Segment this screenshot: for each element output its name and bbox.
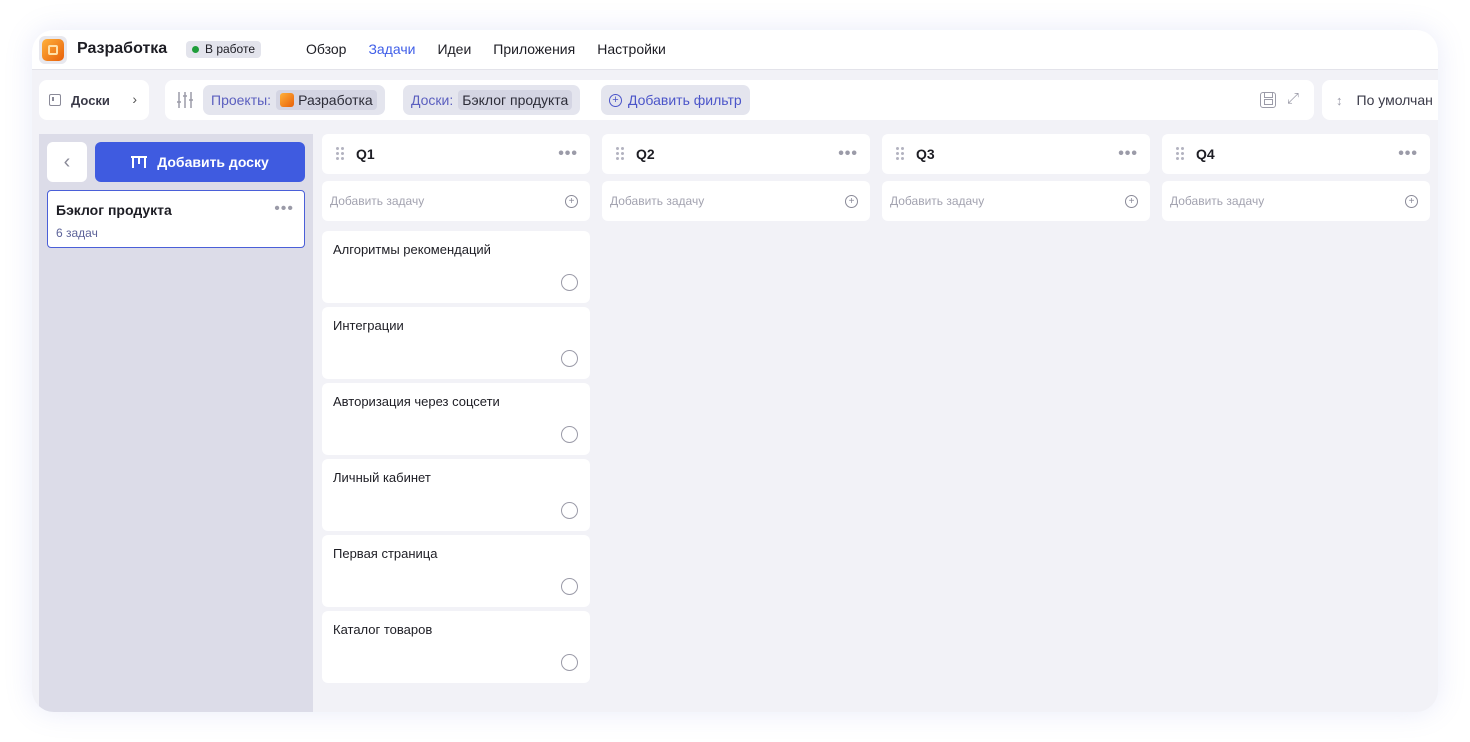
plus-circle-icon[interactable]: + — [845, 195, 858, 208]
nav-ideas[interactable]: Идеи — [437, 41, 471, 57]
projects-filter-value: Разработка — [276, 90, 377, 110]
column-title: Q2 — [636, 146, 655, 162]
sort-label: По умолчан — [1356, 92, 1433, 108]
top-navbar: Разработка В работе Обзор Задачи Идеи Пр… — [32, 30, 1438, 70]
more-options-icon[interactable]: ••• — [1398, 146, 1418, 162]
task-card[interactable]: Каталог товаров — [322, 611, 590, 683]
column-title: Q1 — [356, 146, 375, 162]
add-filter-button[interactable]: + Добавить фильтр — [601, 85, 750, 115]
more-options-icon[interactable]: ••• — [274, 201, 294, 217]
more-options-icon[interactable]: ••• — [1118, 146, 1138, 162]
board-name: Бэклог продукта — [56, 202, 172, 218]
more-options-icon[interactable]: ••• — [838, 146, 858, 162]
projects-filter-value-text: Разработка — [298, 92, 373, 108]
add-board-label: Добавить доску — [157, 154, 269, 170]
boards-sidebar: ‹ Добавить доску Бэклог продукта 6 задач… — [39, 134, 313, 712]
plus-circle-icon[interactable]: + — [1405, 195, 1418, 208]
plus-circle-icon[interactable]: + — [1125, 195, 1138, 208]
drag-handle-icon[interactable] — [896, 147, 904, 161]
column-header[interactable]: Q4 ••• — [1162, 134, 1430, 174]
column-q4: Q4 ••• Добавить задачу + — [1162, 134, 1430, 221]
boards-breadcrumb[interactable]: Доски › — [39, 80, 149, 120]
column-q1: Q1 ••• Добавить задачу + Алгоритмы реком… — [322, 134, 590, 683]
add-filter-label: Добавить фильтр — [628, 92, 742, 108]
task-complete-checkbox[interactable] — [561, 274, 578, 291]
task-title: Алгоритмы рекомендаций — [333, 242, 491, 257]
app-window: Разработка В работе Обзор Задачи Идеи Пр… — [32, 30, 1438, 712]
board-card[interactable]: Бэклог продукта 6 задач ••• — [47, 190, 305, 248]
board-task-count: 6 задач — [56, 226, 98, 240]
boards-filter-chip[interactable]: Доски: Бэклог продукта — [403, 85, 581, 115]
project-title: Разработка — [77, 40, 168, 57]
add-task-placeholder: Добавить задачу — [890, 194, 985, 208]
task-card[interactable]: Авторизация через соцсети — [322, 383, 590, 455]
task-card[interactable]: Личный кабинет — [322, 459, 590, 531]
task-complete-checkbox[interactable] — [561, 502, 578, 519]
task-complete-checkbox[interactable] — [561, 350, 578, 367]
drag-handle-icon[interactable] — [616, 147, 624, 161]
column-header[interactable]: Q1 ••• — [322, 134, 590, 174]
chevron-right-icon: › — [132, 91, 137, 107]
column-header[interactable]: Q2 ••• — [602, 134, 870, 174]
task-title: Интеграции — [333, 318, 404, 333]
task-complete-checkbox[interactable] — [561, 426, 578, 443]
more-options-icon[interactable]: ••• — [558, 146, 578, 162]
board-icon — [49, 94, 61, 106]
projects-filter-chip[interactable]: Проекты: Разработка — [203, 85, 385, 115]
task-complete-checkbox[interactable] — [561, 578, 578, 595]
expand-icon[interactable]: ⤢ — [1284, 90, 1302, 108]
nav-tasks[interactable]: Задачи — [368, 41, 415, 57]
task-title: Каталог товаров — [333, 622, 433, 637]
column-q2: Q2 ••• Добавить задачу + — [602, 134, 870, 221]
add-board-button[interactable]: Добавить доску — [95, 142, 305, 182]
add-task-input[interactable]: Добавить задачу + — [602, 181, 870, 221]
boards-filter-label: Доски: — [411, 92, 454, 108]
sort-dropdown[interactable]: ↕ По умолчан — [1322, 80, 1438, 120]
task-card[interactable]: Интеграции — [322, 307, 590, 379]
filter-bar: Проекты: Разработка Доски: Бэклог продук… — [165, 80, 1314, 120]
plus-circle-icon: + — [609, 93, 622, 107]
add-task-input[interactable]: Добавить задачу + — [882, 181, 1150, 221]
project-logo-icon — [280, 93, 295, 107]
sort-arrows-icon: ↕ — [1336, 92, 1343, 108]
collapse-sidebar-button[interactable]: ‹ — [47, 142, 87, 182]
status-badge[interactable]: В работе — [186, 41, 262, 58]
task-complete-checkbox[interactable] — [561, 654, 578, 671]
column-q3: Q3 ••• Добавить задачу + — [882, 134, 1150, 221]
task-card[interactable]: Алгоритмы рекомендаций — [322, 231, 590, 303]
boards-filter-value: Бэклог продукта — [458, 90, 573, 110]
task-title: Авторизация через соцсети — [333, 394, 500, 409]
add-task-placeholder: Добавить задачу — [1170, 194, 1265, 208]
column-header[interactable]: Q3 ••• — [882, 134, 1150, 174]
main-nav: Обзор Задачи Идеи Приложения Настройки — [306, 41, 666, 57]
projects-filter-label: Проекты: — [211, 92, 272, 108]
add-task-input[interactable]: Добавить задачу + — [1162, 181, 1430, 221]
column-title: Q4 — [1196, 146, 1215, 162]
add-task-placeholder: Добавить задачу — [610, 194, 705, 208]
add-task-input[interactable]: Добавить задачу + — [322, 181, 590, 221]
breadcrumb-label: Доски — [71, 92, 110, 108]
nav-settings[interactable]: Настройки — [597, 41, 666, 57]
status-dot-icon — [192, 46, 199, 53]
plus-circle-icon[interactable]: + — [565, 195, 578, 208]
add-task-placeholder: Добавить задачу — [330, 194, 425, 208]
task-card[interactable]: Первая страница — [322, 535, 590, 607]
nav-overview[interactable]: Обзор — [306, 41, 346, 57]
save-icon[interactable] — [1260, 92, 1276, 108]
task-title: Первая страница — [333, 546, 438, 561]
filter-sliders-icon[interactable] — [175, 90, 195, 110]
task-title: Личный кабинет — [333, 470, 431, 485]
nav-apps[interactable]: Приложения — [493, 41, 575, 57]
chevron-left-icon: ‹ — [63, 150, 71, 173]
drag-handle-icon[interactable] — [336, 147, 344, 161]
status-label: В работе — [205, 42, 256, 56]
board-columns-icon — [131, 156, 148, 168]
project-logo-icon[interactable] — [39, 36, 67, 64]
column-title: Q3 — [916, 146, 935, 162]
drag-handle-icon[interactable] — [1176, 147, 1184, 161]
